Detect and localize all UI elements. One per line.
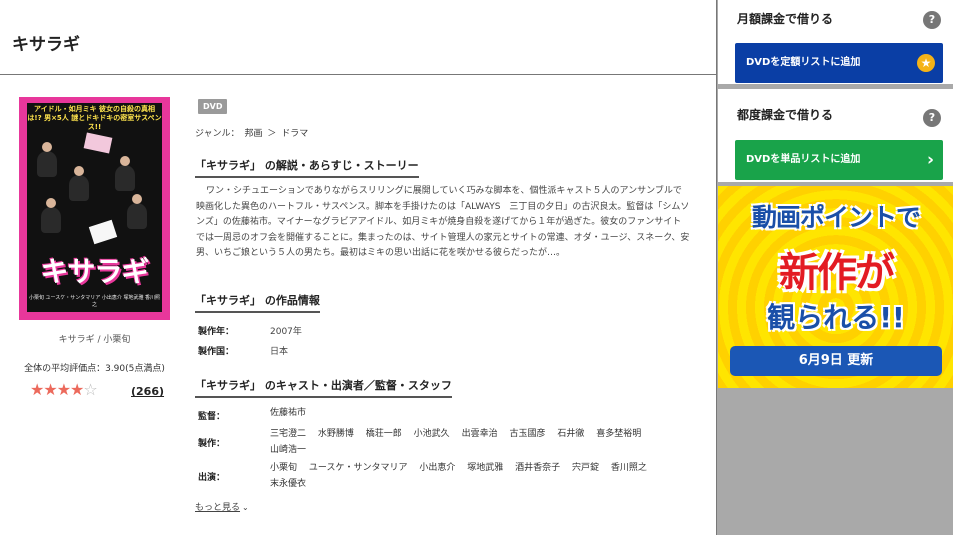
info-label-year: 製作年： [198, 327, 235, 337]
review-count-link[interactable]: (266) [131, 385, 164, 398]
director-list: 佐藤祐市 [270, 405, 695, 421]
info-value-year: 2007年 [270, 327, 302, 337]
video-points-banner[interactable]: 動画ポイントで 新作が 観られる!! 6月9日 更新 [718, 186, 953, 388]
cover-tagline: アイドル・如月ミキ 彼女の自殺の真相は!? 男×5人 謎とドキドキの密室サスペン… [27, 105, 162, 131]
show-more-label: もっと見る [195, 503, 241, 513]
media-badge: DVD [198, 99, 228, 114]
add-to-subscription-list-label: DVDを定額リストに追加 [746, 57, 861, 68]
cover-credits: 小栗旬 ユースケ・サンタマリア 小出恵介 塚地武雅 香川照之 [28, 295, 161, 308]
star-filled-icon: ★ [30, 380, 44, 399]
cast-list: 小栗旬 ユースケ・サンタマリア 小出恵介 塚地武雅 酒井香奈子 宍戸錠 香川照之… [270, 460, 695, 492]
show-more-link[interactable]: もっと見る ⌄ [195, 500, 249, 513]
cast-link[interactable]: 末永優衣 [270, 479, 306, 489]
synopsis-heading: 「キサラギ」 の解説・あらすじ・ストーリー [195, 157, 419, 178]
producer-link[interactable]: 石井徹 [557, 429, 584, 439]
genre-label: ジャンル： [195, 129, 240, 139]
producer-list: 三宅澄二 水野勝博 橋荘一郎 小池武久 出雲幸治 古玉國彦 石井徹 喜多埜裕明 … [270, 426, 695, 458]
cast-link[interactable]: 小出恵介 [419, 463, 455, 473]
info-label-country: 製作国： [198, 347, 235, 357]
synopsis-text: ワン・シチュエーションでありながらスリリングに展開していく巧みな脚本を、個性派キ… [196, 186, 690, 259]
add-to-single-list-button[interactable]: DVDを単品リストに追加 › [735, 140, 943, 180]
title-cast-caption: キサラギ / 小栗旬 [58, 335, 131, 345]
title-divider [0, 74, 716, 75]
cast-link[interactable]: 香川照之 [611, 463, 647, 473]
producer-label: 製作： [198, 439, 226, 449]
rating-stars: ★★★★☆ [30, 380, 98, 399]
cover-photo: アイドル・如月ミキ 彼女の自殺の真相は!? 男×5人 謎とドキドキの密室サスペン… [27, 103, 162, 312]
cover-figure [127, 194, 147, 229]
add-to-subscription-list-button[interactable]: DVDを定額リストに追加 ★ [735, 43, 943, 83]
chevron-right-icon: › [926, 150, 934, 170]
help-icon[interactable]: ? [923, 11, 941, 29]
chevron-down-icon: ⌄ [242, 503, 249, 512]
producer-link[interactable]: 小池武久 [414, 429, 450, 439]
producer-link[interactable]: 古玉國彦 [509, 429, 545, 439]
main-content: キサラギ アイドル・如月ミキ 彼女の自殺の真相は!? 男×5人 謎とドキドキの密… [0, 0, 716, 535]
cast-link[interactable]: 宍戸錠 [572, 463, 599, 473]
cast-label: 出演： [198, 473, 226, 483]
page-title: キサラギ [12, 35, 80, 55]
cover-figure [69, 166, 89, 201]
average-rating-text: 全体の平均評価点：3.90(5点満点) [24, 364, 165, 374]
producer-link[interactable]: 喜多埜裕明 [596, 429, 641, 439]
breadcrumb-separator: ＞ [267, 129, 277, 139]
banner-emphasis: 新作が [779, 250, 895, 296]
dvd-cover-image[interactable]: アイドル・如月ミキ 彼女の自殺の真相は!? 男×5人 謎とドキドキの密室サスペン… [19, 97, 170, 320]
help-icon[interactable]: ? [923, 109, 941, 127]
add-to-single-list-label: DVDを単品リストに追加 [746, 154, 861, 165]
producer-link[interactable]: 出雲幸治 [462, 429, 498, 439]
genre-breadcrumb: ジャンル： 邦画 ＞ ドラマ [195, 126, 310, 139]
star-filled-icon: ★ [56, 380, 71, 399]
rental-sidebar: 月額課金で借りる ? DVDを定額リストに追加 ★ 都度課金で借りる ? DVD… [716, 0, 953, 535]
cover-figure [115, 156, 135, 191]
star-empty-icon: ☆ [83, 380, 97, 399]
info-value-country: 日本 [270, 347, 289, 357]
cover-decoration [88, 219, 118, 245]
star-filled-icon: ★ [43, 380, 57, 399]
star-icon: ★ [917, 54, 935, 72]
star-filled-icon: ★ [70, 380, 84, 399]
producer-link[interactable]: 三宅澄二 [270, 429, 306, 439]
banner-headline: 動画ポイントで [751, 203, 921, 232]
director-link[interactable]: 佐藤祐市 [270, 408, 306, 418]
staff-heading: 「キサラギ」 のキャスト・出演者／監督・スタッフ [195, 377, 452, 398]
cover-figure [37, 142, 57, 177]
monthly-rental-panel: 月額課金で借りる ? DVDを定額リストに追加 ★ [718, 0, 953, 84]
producer-link[interactable]: 水野勝博 [318, 429, 354, 439]
cover-decoration [83, 132, 113, 154]
work-info-heading: 「キサラギ」 の作品情報 [195, 292, 320, 313]
producer-link[interactable]: 山崎浩一 [270, 445, 306, 455]
cast-link[interactable]: ユースケ・サンタマリア [309, 463, 408, 473]
cast-link[interactable]: 酒井香奈子 [515, 463, 560, 473]
genre-link[interactable]: ドラマ [281, 129, 308, 139]
cover-figure [41, 198, 61, 233]
per-rental-panel: 都度課金で借りる ? DVDを単品リストに追加 › [718, 89, 953, 182]
cast-link[interactable]: 塚地武雅 [467, 463, 503, 473]
banner-subline: 観られる!! [767, 301, 905, 334]
banner-update-date: 6月9日 更新 [730, 346, 942, 376]
producer-link[interactable]: 橋荘一郎 [366, 429, 402, 439]
genre-link[interactable]: 邦画 [244, 129, 262, 139]
per-rental-title: 都度課金で借りる [737, 108, 834, 122]
director-label: 監督： [198, 412, 226, 422]
cover-logo: キサラギ [40, 255, 149, 288]
monthly-rental-title: 月額課金で借りる [737, 12, 834, 26]
cast-link[interactable]: 小栗旬 [270, 463, 297, 473]
